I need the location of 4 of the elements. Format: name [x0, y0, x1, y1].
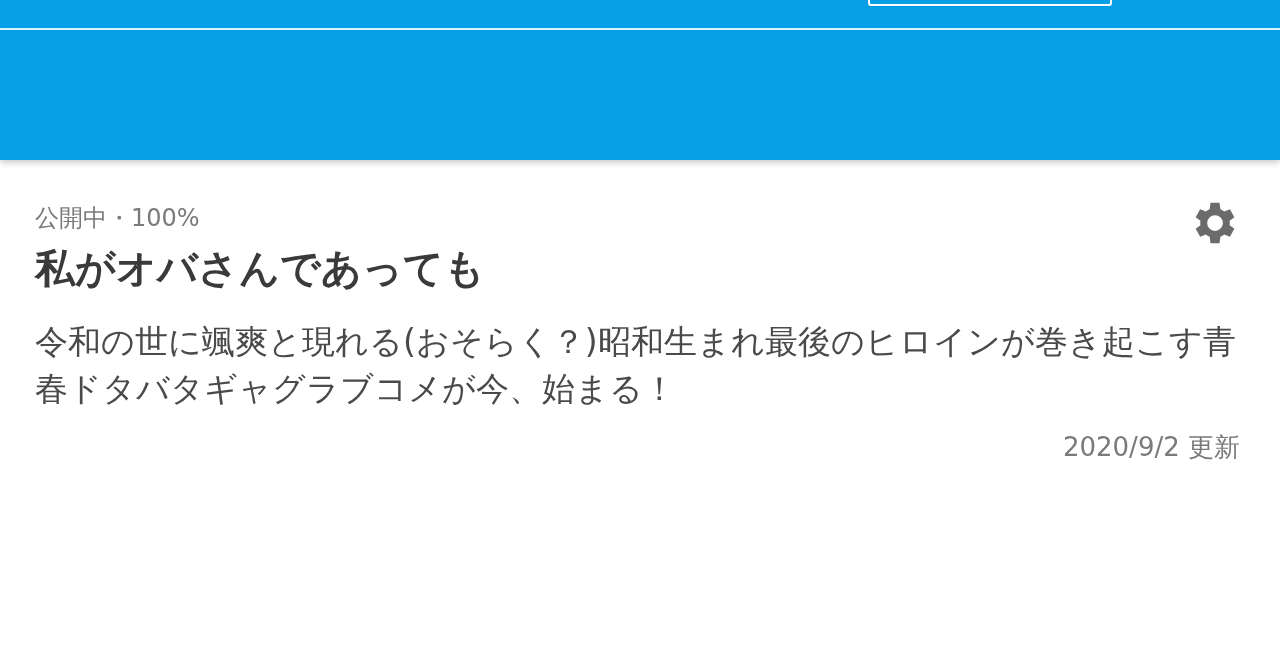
work-title[interactable]: 私がオバさんであっても	[35, 240, 485, 296]
updated-date: 2020/9/2 更新	[1061, 431, 1240, 464]
work-description: 令和の世に颯爽と現れる(おそらく？)昭和生まれ最後のヒロインが巻き起こす青春ドタバタギャグラブコメが今、始まる！	[35, 321, 1237, 410]
publication-status: 公開中・100%	[35, 203, 201, 234]
